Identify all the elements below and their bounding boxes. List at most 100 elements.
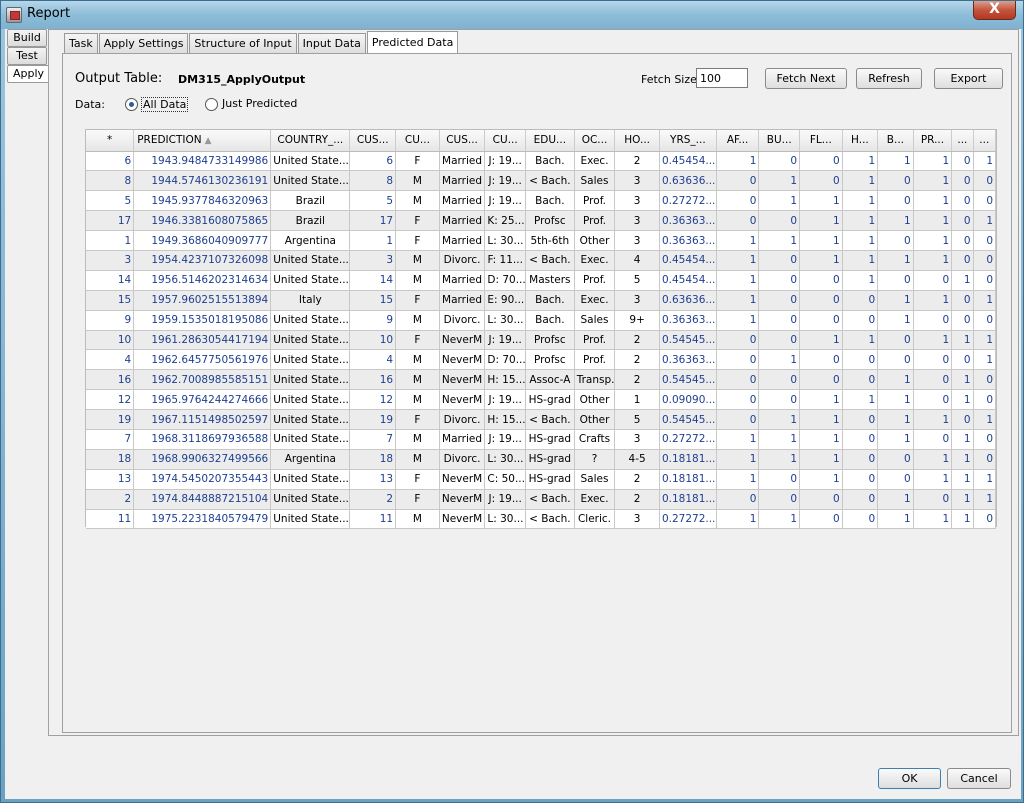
table-cell[interactable]: 0	[799, 509, 843, 530]
sort-ascending-icon[interactable]: ▲	[205, 136, 212, 146]
table-cell[interactable]: 0	[913, 489, 953, 510]
export-button[interactable]: Export	[934, 68, 1003, 89]
table-cell[interactable]: 0	[951, 190, 974, 212]
table-cell[interactable]: 1	[877, 489, 914, 510]
table-row[interactable]: 15 1957.9602515513894 Italy 15 F Married E: 90…	[86, 290, 997, 311]
table-cell[interactable]: 1	[951, 369, 974, 391]
table-cell[interactable]: 0	[842, 310, 879, 331]
table-cell[interactable]: 1	[716, 449, 760, 470]
table-cell[interactable]: Sales	[574, 170, 616, 192]
table-cell[interactable]: 1	[716, 230, 760, 251]
table-cell[interactable]: 0	[951, 170, 974, 192]
table-cell[interactable]: 1	[951, 330, 974, 351]
table-cell[interactable]: 0	[716, 489, 760, 510]
table-cell[interactable]: 1	[913, 469, 953, 490]
table-cell[interactable]: M	[395, 250, 440, 271]
table-cell[interactable]: 0	[842, 429, 879, 450]
table-cell[interactable]: HS-grad	[525, 449, 575, 470]
table-cell[interactable]: United State...	[270, 310, 351, 331]
table-cell[interactable]: L: 30...	[484, 449, 526, 470]
table-cell[interactable]: 1945.9377846320963	[133, 190, 272, 212]
table-cell[interactable]: 15	[349, 290, 397, 311]
table-cell[interactable]: 2	[614, 489, 660, 510]
table-cell[interactable]: Prof.	[574, 190, 616, 212]
table-cell[interactable]: 0	[877, 270, 914, 291]
table-cell[interactable]: Profsc	[525, 210, 575, 232]
table-cell[interactable]: Crafts	[574, 429, 616, 450]
table-cell[interactable]: HS-grad	[525, 469, 575, 490]
table-cell[interactable]: 0	[913, 389, 953, 411]
table-cell[interactable]: United State...	[270, 270, 351, 291]
table-cell[interactable]: Bach.	[525, 190, 575, 212]
table-cell[interactable]: 0	[758, 290, 801, 311]
table-cell[interactable]: 0	[716, 170, 760, 192]
table-cell[interactable]: NeverM	[439, 469, 486, 490]
table-cell[interactable]: 0.54545...	[659, 330, 717, 351]
table-cell[interactable]: 1	[951, 449, 974, 470]
table-cell[interactable]: L: 30...	[484, 509, 526, 530]
table-cell[interactable]: Other	[574, 389, 616, 411]
table-cell[interactable]: 1	[842, 389, 879, 411]
table-row[interactable]: 9 1959.1535018195086 United State... 9 M Divo…	[86, 310, 997, 331]
table-cell[interactable]: 13	[349, 469, 397, 490]
table-cell[interactable]: ?	[574, 449, 616, 470]
table-cell[interactable]: 0	[716, 389, 760, 411]
table-row[interactable]: 13 1974.5450207355443 United State... 13 F Ne…	[86, 469, 997, 490]
table-cell[interactable]: NeverM	[439, 330, 486, 351]
table-cell[interactable]: 10	[349, 330, 397, 351]
table-cell[interactable]: 0.27272...	[659, 429, 717, 450]
table-cell[interactable]: 0.27272...	[659, 509, 717, 530]
table-row[interactable]: 12 1965.9764244274666 United State... 12 M Ne…	[86, 389, 997, 411]
table-cell[interactable]: Divorc.	[439, 449, 486, 470]
tab-structure-of-input[interactable]: Structure of Input	[189, 33, 297, 53]
table-cell[interactable]: 1949.3686040909777	[133, 230, 272, 251]
table-cell[interactable]: 17	[349, 210, 397, 232]
table-cell[interactable]: 0	[951, 310, 974, 331]
table-cell[interactable]: 0	[913, 349, 953, 371]
table-cell[interactable]: 12	[349, 389, 397, 411]
table-cell[interactable]: D: 70...	[484, 349, 526, 371]
table-cell[interactable]: NeverM	[439, 369, 486, 391]
table-cell[interactable]: 1	[913, 290, 953, 311]
table-cell[interactable]: 6	[349, 151, 397, 172]
table-row[interactable]: 2 1974.8448887215104 United State... 2 F Neve…	[86, 489, 997, 510]
table-cell[interactable]: 0.36363...	[659, 349, 717, 371]
table-cell[interactable]: 7	[349, 429, 397, 450]
table-cell[interactable]: 0	[716, 409, 760, 430]
table-cell[interactable]: 2	[614, 330, 660, 351]
table-cell[interactable]: 3	[86, 250, 135, 271]
table-cell[interactable]: 1	[842, 170, 879, 192]
table-cell[interactable]: 0.27272...	[659, 190, 717, 212]
table-cell[interactable]: 1	[799, 389, 843, 411]
predicted-data-table[interactable]: * PREDICTION ▲ COUNTRY_... CUS... CU... CUS...…	[85, 129, 997, 530]
table-cell[interactable]: 0	[799, 170, 843, 192]
table-cell[interactable]: 3	[614, 190, 660, 212]
table-cell[interactable]: Married	[439, 210, 486, 232]
table-cell[interactable]: 3	[614, 170, 660, 192]
table-cell[interactable]: 1	[951, 389, 974, 411]
fetch-next-button[interactable]: Fetch Next	[765, 68, 847, 89]
table-cell[interactable]: 8	[86, 170, 135, 192]
table-cell[interactable]: 1	[842, 230, 879, 251]
table-cell[interactable]: < Bach.	[525, 509, 575, 530]
table-cell[interactable]: 1	[799, 429, 843, 450]
table-cell[interactable]: L: 30...	[484, 230, 526, 251]
table-cell[interactable]: Prof.	[574, 330, 616, 351]
table-cell[interactable]: 0	[973, 230, 997, 251]
table-cell[interactable]: 0	[799, 310, 843, 331]
table-cell[interactable]: 1	[758, 349, 801, 371]
table-cell[interactable]: Divorc.	[439, 310, 486, 331]
table-cell[interactable]: 2	[614, 469, 660, 490]
table-cell[interactable]: Italy	[270, 290, 351, 311]
table-cell[interactable]: 14	[349, 270, 397, 291]
table-cell[interactable]: 15	[86, 290, 135, 311]
table-cell[interactable]: 0.18181...	[659, 489, 717, 510]
table-cell[interactable]: 0	[877, 190, 914, 212]
column-header[interactable]: CUS...	[439, 130, 486, 152]
table-cell[interactable]: Prof.	[574, 210, 616, 232]
table-cell[interactable]: Transp.	[574, 369, 616, 391]
table-cell[interactable]: United State...	[270, 469, 351, 490]
ok-button[interactable]: OK	[878, 768, 941, 789]
column-header[interactable]: AF...	[716, 130, 760, 152]
table-cell[interactable]: 0.45454...	[659, 151, 717, 172]
